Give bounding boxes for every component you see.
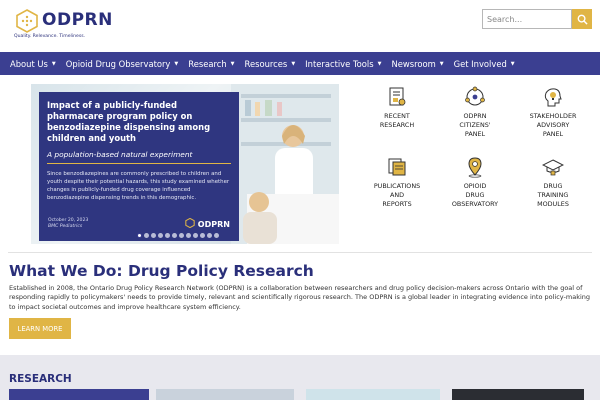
quick-link-label: PUBLICATIONS AND REPORTS [373, 182, 421, 208]
document-icon [389, 87, 406, 106]
nav-item-label: About Us [10, 58, 48, 69]
slider-dot[interactable] [186, 233, 191, 238]
quick-link-citizens-panel[interactable]: ODPRN CITIZENS' PANEL [436, 86, 514, 139]
slider-dot[interactable] [207, 233, 212, 238]
hero-title[interactable]: Impact of a publicly-funded pharmacare p… [47, 100, 231, 144]
nav-item-interactive-tools[interactable]: Interactive Tools ▼ [300, 52, 386, 75]
nav-item-get-involved[interactable]: Get Involved ▼ [449, 52, 520, 75]
caret-down-icon: ▼ [377, 60, 382, 67]
nav-item-label: Research [188, 58, 227, 69]
hexagon-logo-icon [16, 9, 38, 33]
slider-dot[interactable] [214, 233, 219, 238]
caret-down-icon: ▼ [174, 60, 179, 67]
slider-dot[interactable] [165, 233, 170, 238]
caret-down-icon: ▼ [291, 60, 296, 67]
slider-dot[interactable] [151, 233, 156, 238]
caret-down-icon: ▼ [51, 60, 56, 67]
main-nav: About Us ▼ Opioid Drug Observatory ▼ Resea… [0, 52, 600, 75]
publications-icon [388, 158, 406, 176]
slider-dot[interactable] [179, 233, 184, 238]
quick-link-recent-research[interactable]: RECENT RESEARCH [358, 86, 436, 130]
learn-more-button[interactable]: LEARN MORE [9, 318, 71, 339]
section-divider [8, 252, 592, 253]
search-input[interactable] [482, 9, 572, 29]
logo-wordmark: ODPRN [42, 10, 113, 30]
slider-dot[interactable] [200, 233, 205, 238]
research-card-thumbnail[interactable] [156, 389, 294, 400]
nav-item-opioid-drug-observatory[interactable]: Opioid Drug Observatory ▼ [61, 52, 183, 75]
hero-subtitle: A population-based natural experiment [47, 150, 193, 159]
slider-dot[interactable] [193, 233, 198, 238]
hexagon-logo-icon [185, 217, 195, 229]
nav-item-label: Interactive Tools [305, 58, 374, 69]
site-logo[interactable]: ODPRN Quality. Relevance. Timeliness. [14, 9, 114, 45]
nav-item-label: Opioid Drug Observatory [65, 58, 171, 69]
quick-link-label: ODPRN CITIZENS' PANEL [459, 112, 491, 138]
quick-link-label: RECENT RESEARCH [379, 112, 415, 129]
search-icon [577, 14, 588, 25]
graduation-cap-icon [542, 159, 564, 176]
slider-dot[interactable] [144, 233, 149, 238]
nav-item-label: Get Involved [453, 58, 507, 69]
caret-down-icon: ▼ [510, 60, 515, 67]
quick-link-opioid-drug-observatory[interactable]: OPIOID DRUG OBSERVATORY [436, 156, 514, 209]
quick-link-publications-and-reports[interactable]: PUBLICATIONS AND REPORTS [358, 156, 436, 209]
site-header: ODPRN Quality. Relevance. Timeliness. [0, 0, 600, 52]
quick-link-stakeholder-advisory-panel[interactable]: STAKEHOLDER ADVISORY PANEL [514, 86, 592, 139]
nav-item-resources[interactable]: Resources ▼ [240, 52, 301, 75]
nav-item-research[interactable]: Research ▼ [183, 52, 239, 75]
quick-link-drug-training-modules[interactable]: DRUG TRAINING MODULES [514, 156, 592, 209]
hero-description: Since benzodiazepines are commonly presc… [47, 171, 230, 201]
hero-logo-text: ODPRN [197, 220, 230, 229]
nav-item-label: Newsroom [391, 58, 436, 69]
what-we-do-heading: What We Do: Drug Policy Research [9, 262, 314, 280]
quick-link-label: DRUG TRAINING MODULES [537, 182, 569, 208]
quick-link-label: OPIOID DRUG OBSERVATORY [451, 182, 499, 208]
research-heading: RESEARCH [9, 373, 72, 385]
research-card-thumbnail[interactable] [452, 389, 584, 400]
caret-down-icon: ▼ [230, 60, 235, 67]
hero-logo: ODPRN [185, 217, 230, 229]
hero-journal: BMC Pediatrics [48, 224, 83, 229]
lightbulb-head-icon [544, 88, 562, 107]
location-pin-icon [468, 157, 482, 178]
what-we-do-description: Established in 2008, the Ontario Drug Po… [9, 284, 591, 311]
nav-item-about-us[interactable]: About Us ▼ [5, 52, 61, 75]
nav-item-newsroom[interactable]: Newsroom ▼ [386, 52, 448, 75]
logo-tagline: Quality. Relevance. Timeliness. [14, 34, 86, 39]
slider-dot[interactable] [137, 233, 142, 238]
slider-pagination [137, 233, 219, 238]
search-form [482, 9, 592, 29]
caret-down-icon: ▼ [439, 60, 444, 67]
research-section: RESEARCH [0, 355, 600, 400]
quick-link-label: STAKEHOLDER ADVISORY PANEL [529, 112, 577, 138]
citizens-icon [465, 86, 485, 106]
hero-divider [47, 163, 231, 164]
search-button[interactable] [572, 9, 592, 29]
research-card-thumbnail[interactable] [9, 389, 149, 400]
slider-dot[interactable] [172, 233, 177, 238]
hero-date-journal: October 20, 2023 BMC Pediatrics [48, 218, 88, 230]
nav-item-label: Resources [244, 58, 288, 69]
slider-dot[interactable] [158, 233, 163, 238]
quick-links: RECENT RESEARCH ODPRN CITIZENS' PANEL STAKE… [358, 86, 592, 220]
research-card-thumbnail[interactable] [306, 389, 440, 400]
hero-slider[interactable]: Impact of a publicly-funded pharmacare p… [31, 84, 339, 244]
